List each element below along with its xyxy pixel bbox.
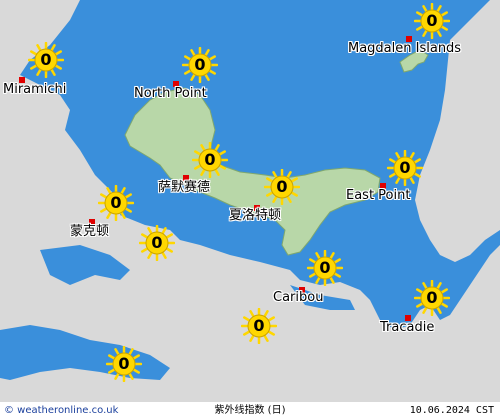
uv-marker-magdalen-islands[interactable]: 0 bbox=[414, 3, 450, 39]
uv-marker-central-pei[interactable]: 0 bbox=[264, 169, 300, 205]
uv-marker-miramichi[interactable]: 0 bbox=[28, 42, 64, 78]
uv-marker-moncton-east[interactable]: 0 bbox=[139, 225, 175, 261]
uv-marker-tracadie[interactable]: 0 bbox=[414, 280, 450, 316]
uv-value: 0 bbox=[151, 233, 163, 252]
uv-value: 0 bbox=[276, 177, 288, 196]
uv-value: 0 bbox=[118, 354, 130, 373]
uv-value: 0 bbox=[204, 150, 216, 169]
uv-value: 0 bbox=[319, 258, 331, 277]
uv-marker-south[interactable]: 0 bbox=[241, 308, 277, 344]
city-label-tracadie: Tracadie bbox=[380, 320, 435, 335]
city-label-miramichi: Miramichi bbox=[3, 82, 67, 97]
forecast-date: 10.06.2024 CST bbox=[409, 405, 494, 416]
city-label-moncton: 蒙克顿 bbox=[70, 224, 110, 239]
city-label-summerside: 萨默赛德 bbox=[158, 180, 211, 195]
city-label-caribou: Caribou bbox=[273, 290, 324, 305]
uv-value: 0 bbox=[253, 316, 265, 335]
uv-marker-north-point[interactable]: 0 bbox=[182, 47, 218, 83]
uv-value: 0 bbox=[426, 11, 438, 30]
city-label-east-point: East Point bbox=[346, 188, 411, 203]
uv-marker-west[interactable]: 0 bbox=[98, 185, 134, 221]
city-label-magdalen-islands: Magdalen Islands bbox=[348, 41, 462, 56]
footer-bar: © weatheronline.co.uk 紫外线指数 (日) 10.06.20… bbox=[0, 402, 500, 420]
uv-marker-east-point[interactable]: 0 bbox=[387, 150, 423, 186]
uv-marker-summerside[interactable]: 0 bbox=[192, 142, 228, 178]
city-label-charlottetown: 夏洛特顿 bbox=[229, 208, 282, 223]
uv-value: 0 bbox=[110, 193, 122, 212]
uv-value: 0 bbox=[399, 158, 411, 177]
uv-map: Miramichi North Point Magdalen Islands 萨… bbox=[0, 0, 500, 420]
uv-value: 0 bbox=[40, 50, 52, 69]
uv-marker-caribou[interactable]: 0 bbox=[307, 250, 343, 286]
uv-value: 0 bbox=[194, 55, 206, 74]
uv-marker-southwest[interactable]: 0 bbox=[106, 346, 142, 382]
city-label-north-point: North Point bbox=[134, 86, 207, 101]
uv-value: 0 bbox=[426, 288, 438, 307]
